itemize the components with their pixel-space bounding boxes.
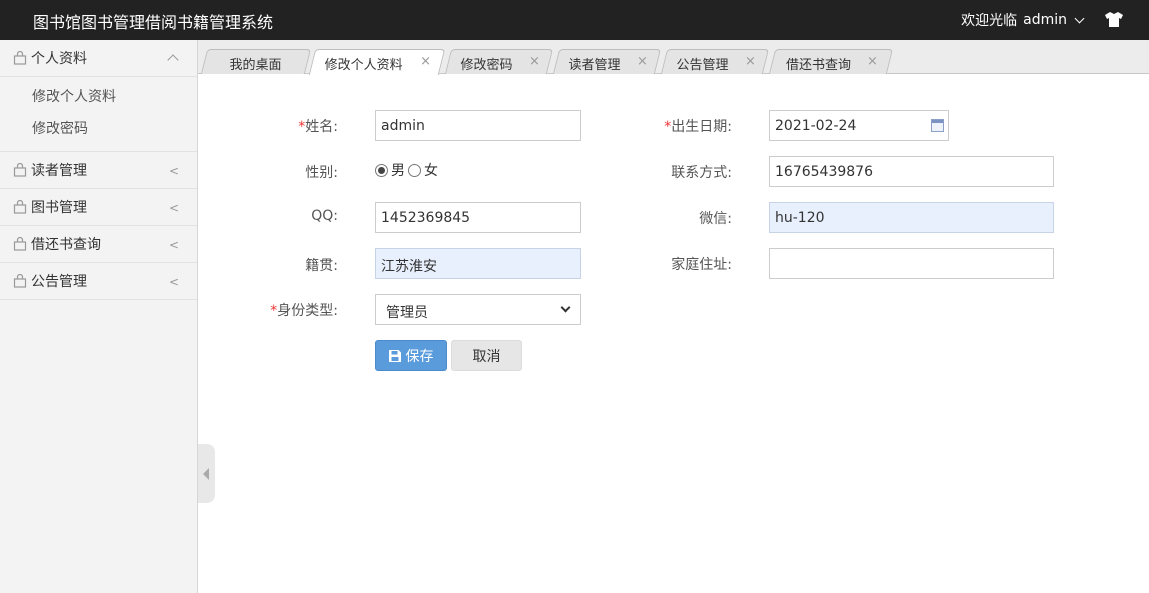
close-icon[interactable]: × [637, 54, 648, 69]
sidebar-group-label: 个人资料 [31, 51, 87, 67]
sidebar-group-label: 借还书查询 [31, 237, 101, 253]
chevron-down-icon [560, 302, 571, 313]
app-title: 图书馆图书管理借阅书籍管理系统 [33, 13, 274, 32]
bag-icon [13, 51, 27, 65]
tab-announcement-management[interactable]: 公告管理 × [660, 49, 770, 74]
save-button[interactable]: 保存 [375, 340, 447, 371]
close-icon[interactable]: × [745, 54, 756, 69]
sidebar: 个人资料 修改个人资料 修改密码 读者管理 < 图书管理 < 借还书查询 < 公… [0, 40, 198, 593]
gender-male-label[interactable]: 男 [391, 160, 405, 180]
sidebar-group-announcements[interactable]: 公告管理 < [0, 263, 197, 300]
sidebar-group-books[interactable]: 图书管理 < [0, 189, 197, 226]
bag-icon [13, 200, 27, 214]
address-label: 家庭住址: [671, 257, 732, 273]
identity-selected-value: 管理员 [386, 305, 428, 321]
qq-label: QQ: [311, 208, 338, 224]
bag-icon [13, 237, 27, 251]
identity-select[interactable]: 管理员 [375, 294, 581, 325]
save-button-label: 保存 [405, 348, 434, 365]
tab-reader-management[interactable]: 读者管理 × [552, 49, 662, 74]
wechat-label: 微信: [699, 211, 732, 227]
user-menu[interactable]: 欢迎光临 admin [961, 10, 1085, 30]
chevron-left-icon: < [168, 238, 179, 252]
chevron-left-icon: < [168, 164, 179, 178]
top-bar: 图书馆图书管理借阅书籍管理系统 欢迎光临 admin [0, 0, 1149, 40]
birthday-value: 2021-02-24 [775, 118, 857, 134]
name-label: *姓名: [260, 116, 338, 136]
tshirt-icon[interactable] [1105, 12, 1123, 27]
sidebar-group-readers[interactable]: 读者管理 < [0, 152, 197, 189]
sidebar-group-borrow-query[interactable]: 借还书查询 < [0, 226, 197, 263]
sidebar-group-label: 读者管理 [31, 163, 87, 179]
gender-radio-group: 男 女 [375, 160, 438, 180]
name-input[interactable]: admin [375, 110, 581, 141]
gender-female-label[interactable]: 女 [424, 160, 438, 180]
name-label-text: 姓名: [305, 119, 338, 135]
sidebar-collapse-handle[interactable] [198, 444, 215, 503]
close-icon[interactable]: × [867, 54, 878, 69]
contact-label: 联系方式: [671, 165, 732, 181]
chevron-left-icon: < [168, 201, 179, 215]
birthday-label-text: 出生日期: [671, 119, 732, 135]
wechat-input[interactable]: hu-120 [769, 202, 1054, 233]
tab-borrow-query[interactable]: 借还书查询 × [768, 49, 894, 74]
tab-bar: 我的桌面 修改个人资料 × 修改密码 × 读者管理 × 公告管理 × 借还书查询… [198, 40, 1149, 75]
sidebar-group-label: 图书管理 [31, 200, 87, 216]
bag-icon [13, 274, 27, 288]
tab-change-password[interactable]: 修改密码 × [444, 49, 554, 74]
tab-label: 修改个人资料 [324, 58, 403, 73]
calendar-icon[interactable] [931, 119, 944, 132]
cancel-button[interactable]: 取消 [451, 340, 522, 371]
tab-edit-profile[interactable]: 修改个人资料 × [308, 49, 446, 75]
collapse-left-icon [203, 468, 209, 480]
welcome-text: 欢迎光临 [961, 13, 1018, 29]
chevron-down-icon[interactable] [1074, 13, 1085, 24]
gender-male-radio[interactable] [375, 163, 388, 177]
chevron-left-icon: < [168, 275, 179, 289]
identity-label-text: 身份类型: [277, 303, 338, 319]
qq-input[interactable]: 1452369845 [375, 202, 581, 233]
cancel-button-label: 取消 [472, 348, 501, 365]
sidebar-group-label: 公告管理 [31, 274, 87, 290]
sidebar-item-edit-profile[interactable]: 修改个人资料 [0, 81, 197, 113]
close-icon[interactable]: × [529, 54, 540, 69]
origin-label: 籍贯: [305, 258, 338, 274]
tab-label: 读者管理 [568, 58, 621, 73]
tab-label: 我的桌面 [229, 58, 282, 73]
tab-label: 修改密码 [460, 58, 513, 73]
close-icon[interactable]: × [420, 54, 431, 69]
gender-label: 性别: [305, 165, 338, 181]
floppy-disk-icon [388, 349, 401, 362]
birthday-input[interactable]: 2021-02-24 [769, 110, 949, 141]
sidebar-group-profile[interactable]: 个人资料 [0, 40, 197, 77]
origin-input[interactable]: 江苏淮安 [375, 248, 581, 279]
username[interactable]: admin [1023, 12, 1067, 28]
address-input[interactable] [769, 248, 1054, 279]
tab-label: 公告管理 [676, 58, 729, 73]
tab-desktop[interactable]: 我的桌面 [200, 49, 312, 74]
chevron-up-icon [167, 54, 179, 66]
sidebar-item-change-password[interactable]: 修改密码 [0, 113, 197, 145]
bag-icon [13, 163, 27, 177]
identity-label: *身份类型: [240, 300, 338, 320]
sidebar-submenu-profile: 修改个人资料 修改密码 [0, 77, 197, 152]
birthday-label: *出生日期: [640, 116, 732, 136]
gender-female-radio[interactable] [408, 163, 421, 177]
contact-input[interactable]: 16765439876 [769, 156, 1054, 187]
tab-label: 借还书查询 [785, 58, 852, 73]
